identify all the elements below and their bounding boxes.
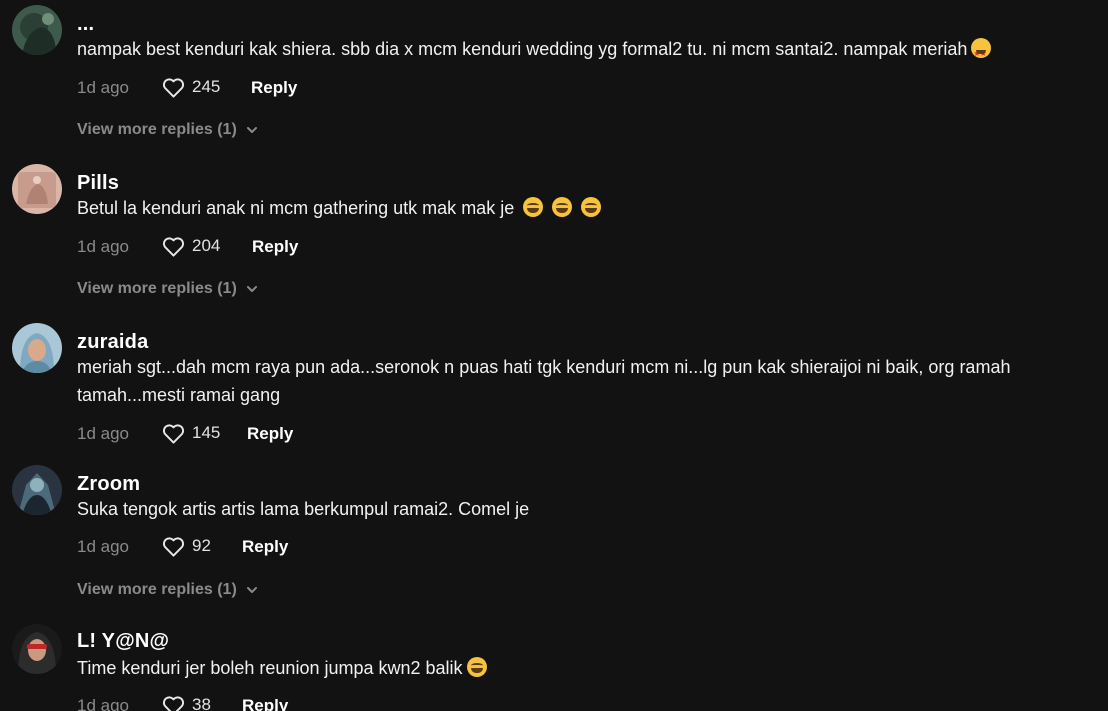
heart-outline-icon	[162, 236, 185, 257]
like-count: 92	[192, 536, 211, 555]
heart-outline-icon	[162, 423, 185, 444]
comment-text-content: nampak best kenduri kak shiera. sbb dia …	[77, 39, 968, 59]
view-more-replies-label: View more replies (1)	[77, 280, 237, 297]
comment-meta: 1d ago 145 Reply	[77, 422, 677, 444]
comment-meta: 1d ago 38 Reply	[77, 694, 677, 711]
like-count: 204	[192, 236, 221, 255]
like-count: 245	[192, 77, 221, 96]
comment-text-content: Time kenduri jer boleh reunion jumpa kwn…	[77, 658, 463, 678]
comment-time: 1d ago	[77, 696, 129, 711]
like-count: 38	[192, 695, 211, 711]
comment-meta: 1d ago 245 Reply	[77, 76, 677, 98]
like-button[interactable]: 145	[162, 422, 220, 444]
reply-button[interactable]: Reply	[252, 237, 298, 257]
view-more-replies-button[interactable]: View more replies (1)	[77, 581, 259, 599]
avatar[interactable]	[12, 164, 62, 214]
view-more-replies-label: View more replies (1)	[77, 581, 237, 598]
username[interactable]: zuraida	[77, 331, 148, 354]
heart-outline-icon	[162, 77, 185, 98]
comment-meta: 1d ago 204 Reply	[77, 235, 677, 257]
comment-text-content: Betul la kenduri anak ni mcm gathering u…	[77, 198, 515, 218]
reply-button[interactable]: Reply	[242, 696, 288, 711]
comment-text: nampak best kenduri kak shiera. sbb dia …	[77, 35, 1087, 68]
like-button[interactable]: 38	[162, 694, 211, 711]
avatar[interactable]	[12, 624, 62, 674]
view-more-replies-button[interactable]: View more replies (1)	[77, 280, 259, 298]
reply-button[interactable]: Reply	[242, 537, 288, 557]
username[interactable]: Zroom	[77, 473, 140, 496]
star-struck-emoji-icon	[971, 38, 992, 68]
like-button[interactable]: 204	[162, 235, 220, 257]
username[interactable]: L! Y@N@	[77, 630, 169, 653]
chevron-down-icon	[246, 286, 257, 292]
heart-outline-icon	[162, 536, 185, 557]
comment-time: 1d ago	[77, 78, 129, 97]
chevron-down-icon	[246, 587, 257, 593]
laughing-emoji-icon	[466, 657, 487, 677]
comment-list: ... nampak best kenduri kak shiera. sbb …	[0, 0, 1108, 711]
avatar[interactable]	[12, 323, 62, 373]
comment-text: Suka tengok artis artis lama berkumpul r…	[77, 499, 530, 519]
chevron-down-icon	[246, 127, 257, 133]
comment-time: 1d ago	[77, 537, 129, 556]
like-count: 145	[192, 423, 221, 442]
view-more-replies-label: View more replies (1)	[77, 121, 237, 138]
comment-meta: 1d ago 92 Reply	[77, 535, 677, 557]
reply-button[interactable]: Reply	[247, 424, 293, 444]
comment-time: 1d ago	[77, 424, 129, 443]
username[interactable]: Pills	[77, 172, 119, 195]
avatar[interactable]	[12, 5, 62, 55]
laughing-emoji-icon	[552, 197, 573, 217]
avatar[interactable]	[12, 465, 62, 515]
laughing-emoji-icon	[523, 197, 544, 217]
like-button[interactable]: 92	[162, 535, 211, 557]
comment-text: meriah sgt...dah mcm raya pun ada...sero…	[77, 357, 1011, 405]
comment-time: 1d ago	[77, 237, 129, 256]
comment-text: Betul la kenduri anak ni mcm gathering u…	[77, 194, 1087, 222]
laughing-emoji-icon	[581, 197, 602, 217]
comment-text: Time kenduri jer boleh reunion jumpa kwn…	[77, 654, 1087, 682]
heart-outline-icon	[162, 695, 185, 711]
reply-button[interactable]: Reply	[251, 78, 297, 98]
username[interactable]: ...	[77, 13, 94, 36]
view-more-replies-button[interactable]: View more replies (1)	[77, 121, 259, 139]
like-button[interactable]: 245	[162, 76, 220, 98]
